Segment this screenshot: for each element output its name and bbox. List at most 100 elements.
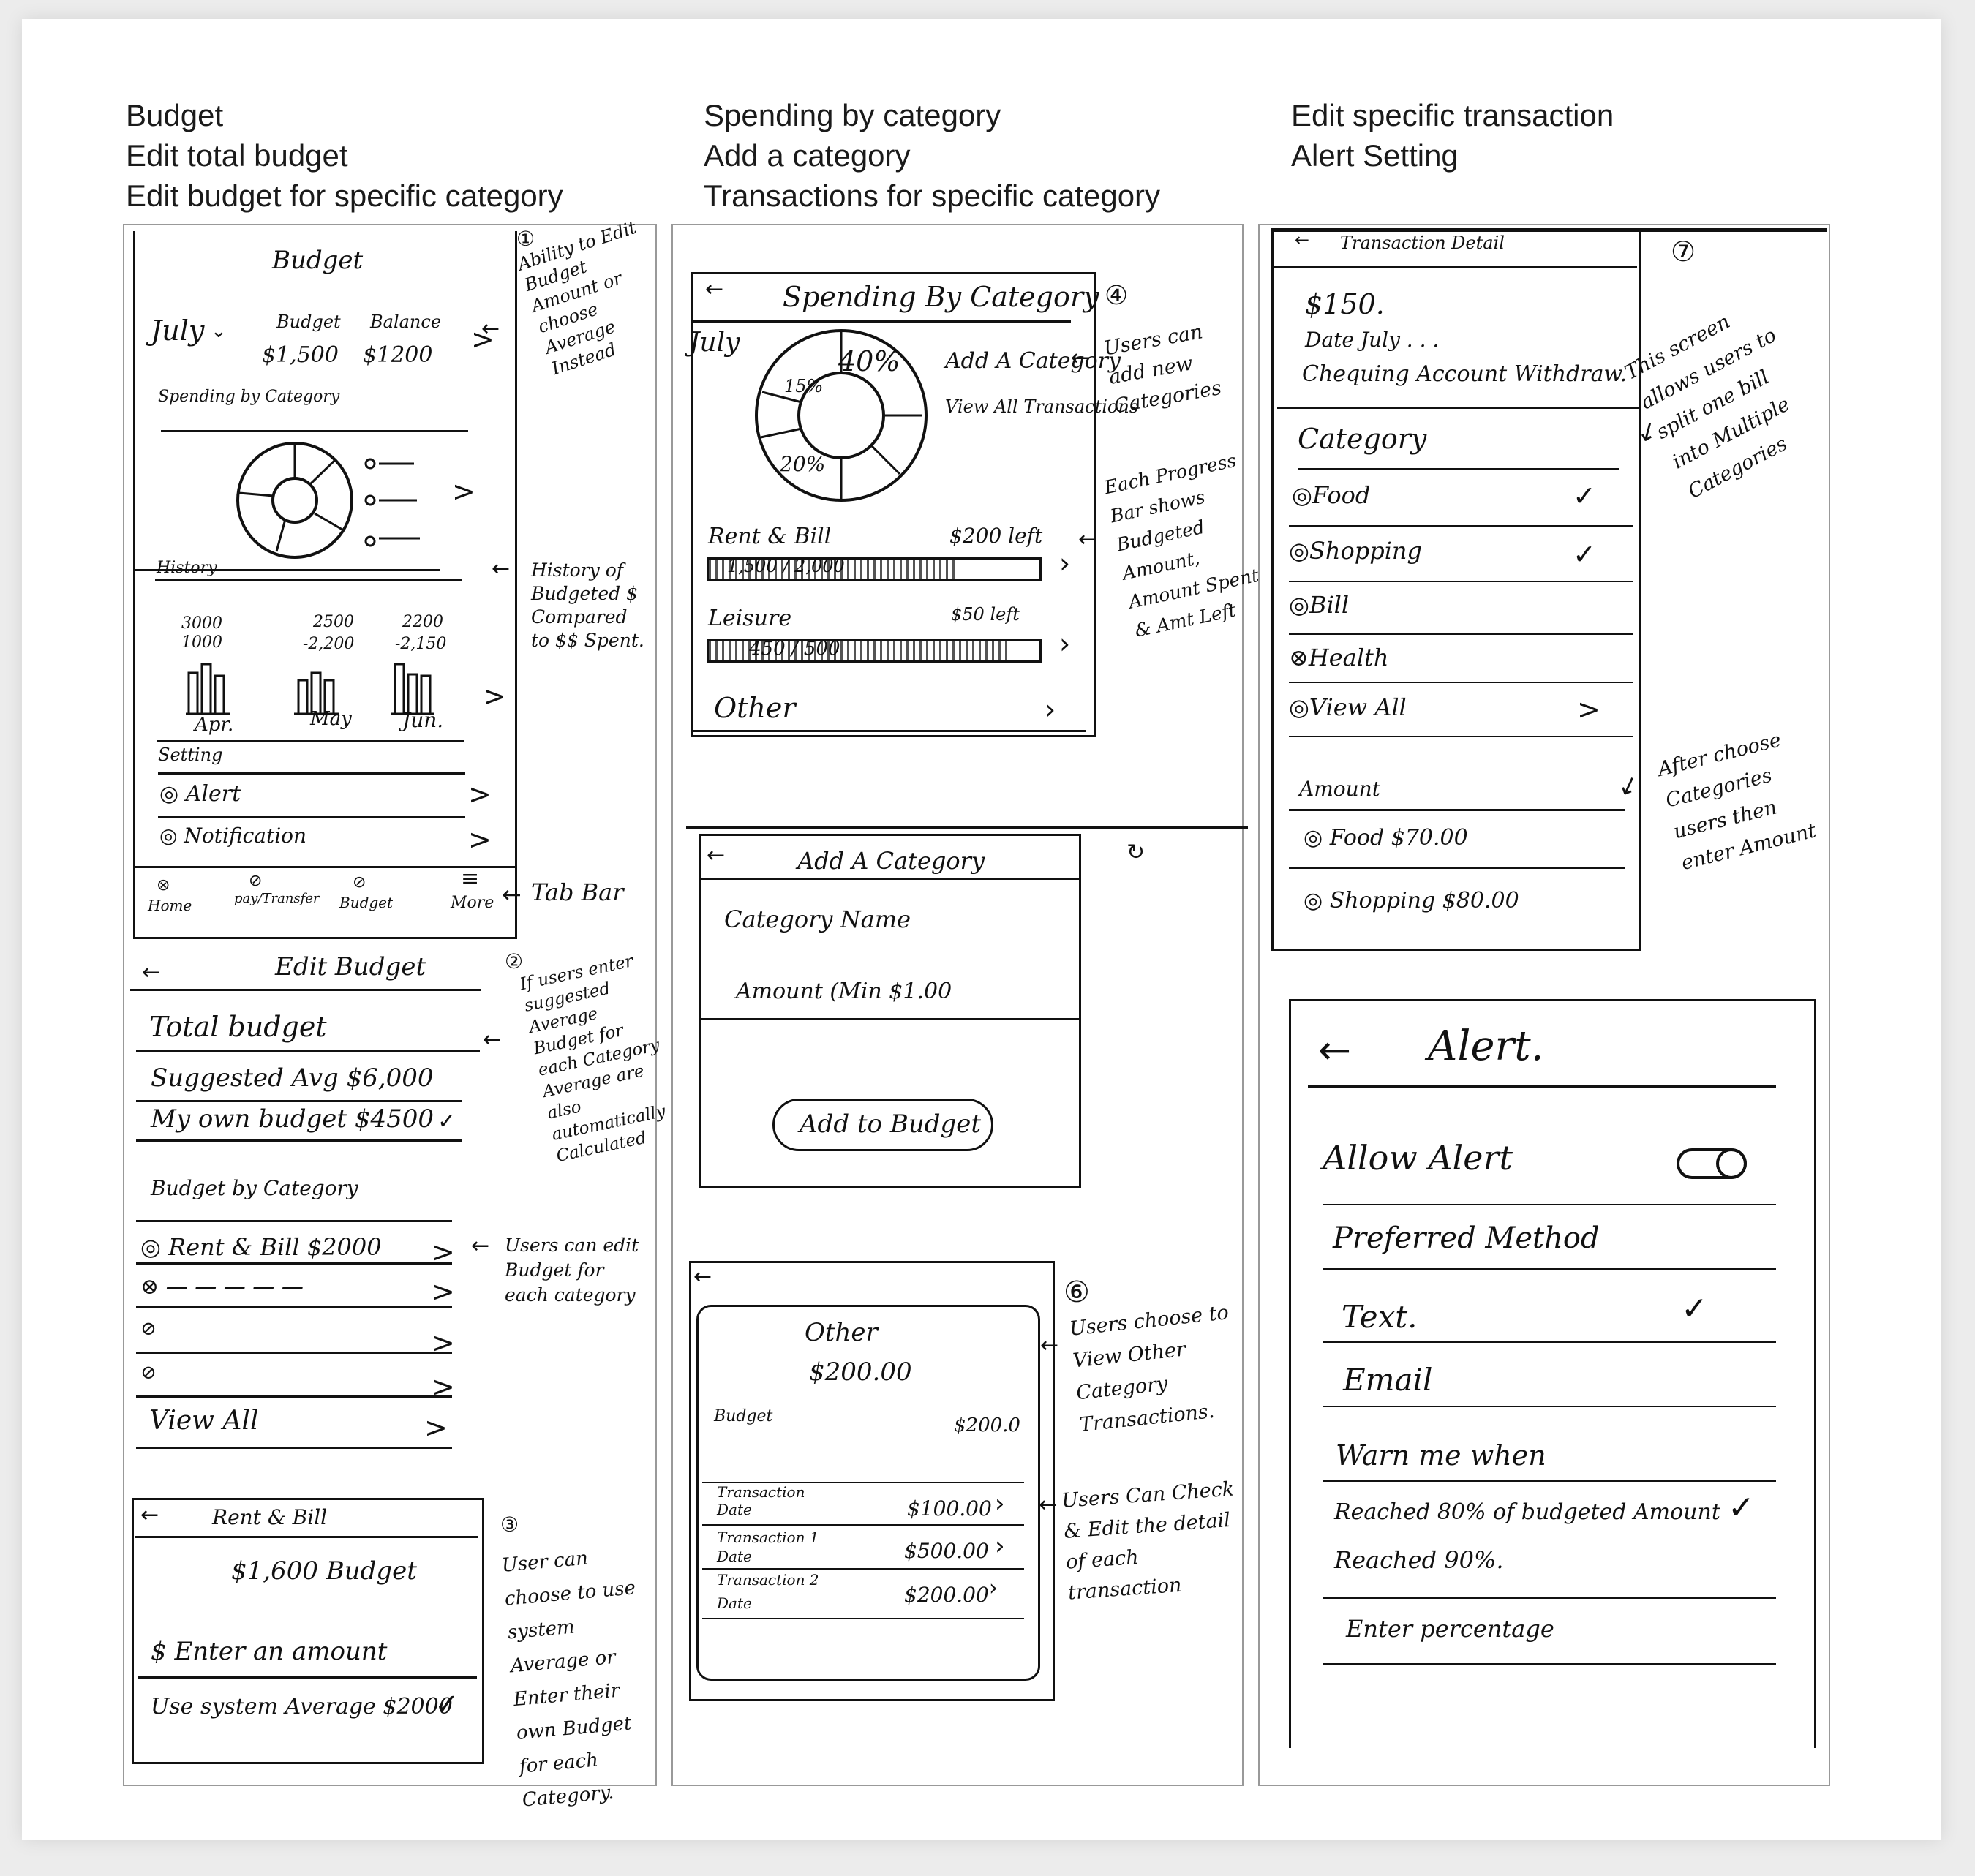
add-to-budget-button[interactable]: Add to Budget: [772, 1099, 993, 1151]
balance-label: Balance: [370, 312, 442, 332]
amount-input-food[interactable]: ◎ Food $70.00: [1304, 825, 1468, 851]
category-option-food[interactable]: ◎Food: [1292, 481, 1370, 509]
chevron-down-icon[interactable]: ⌄: [211, 320, 227, 342]
category-option-bill[interactable]: ◎Bill: [1289, 591, 1349, 619]
annotation-note: After choose Categories users then enter…: [1655, 728, 1818, 875]
email-option[interactable]: Email: [1343, 1362, 1432, 1398]
transfer-icon[interactable]: ⊘: [249, 872, 262, 890]
chevron-right-icon[interactable]: >: [468, 778, 492, 810]
month-selector[interactable]: July: [689, 328, 740, 358]
screen-title: Rent & Bill: [212, 1505, 328, 1529]
chevron-right-icon[interactable]: >: [424, 1412, 448, 1444]
screen-number: ⑥: [1064, 1276, 1090, 1309]
chevron-right-icon[interactable]: ›: [1045, 693, 1056, 726]
total-budget-label: Total budget: [149, 1011, 327, 1043]
chevron-right-icon[interactable]: >: [483, 680, 506, 712]
arrow-left-icon: ←: [1039, 1492, 1058, 1518]
tab-budget[interactable]: Budget: [339, 894, 393, 911]
suggested-avg-option[interactable]: Suggested Avg $6,000: [151, 1063, 434, 1093]
pct-label: 40%: [838, 345, 900, 377]
checkmark-icon: ✓: [437, 1109, 456, 1134]
chevron-right-icon[interactable]: ›: [989, 1575, 998, 1601]
chevron-right-icon[interactable]: ›: [995, 1489, 1005, 1518]
checkmark-icon: ✓: [434, 1688, 459, 1722]
tab-home[interactable]: Home: [148, 897, 192, 914]
progress-amount: 1,500 / 2,000: [727, 556, 845, 576]
tab-more[interactable]: More: [451, 894, 494, 912]
category-name-input[interactable]: Category Name: [724, 905, 911, 933]
transaction-name: Transaction: [717, 1483, 805, 1501]
chevron-right-icon[interactable]: >: [1577, 693, 1600, 726]
annotation-note: Users can add new Categories: [1102, 320, 1224, 418]
budget-icon[interactable]: ⊘: [353, 873, 366, 892]
category-option-health[interactable]: ⊗Health: [1289, 644, 1388, 671]
col3-header-line: Edit specific transaction: [1291, 98, 1614, 132]
text-option[interactable]: Text.: [1342, 1299, 1418, 1335]
history-top: 3000: [181, 614, 222, 633]
back-arrow-icon[interactable]: ←: [1295, 230, 1309, 250]
chevron-right-icon[interactable]: >: [432, 1276, 455, 1308]
budget-label: Budget: [276, 312, 341, 332]
month-selector[interactable]: July: [151, 314, 204, 347]
amount-left: $50 left: [951, 604, 1020, 625]
view-all-row[interactable]: View All: [149, 1406, 258, 1436]
setting-alert[interactable]: ◎ Alert: [159, 781, 241, 807]
tab-pay-transfer[interactable]: pay/Transfer: [234, 891, 320, 906]
use-system-average-option[interactable]: Use system Average $2000: [151, 1694, 453, 1719]
back-arrow-icon[interactable]: ←: [693, 1264, 712, 1289]
annotation-note: Ability to Edit Budget Amount or choose …: [515, 216, 639, 380]
add-category-link[interactable]: Add A Category: [945, 348, 1121, 374]
back-arrow-icon[interactable]: ←: [705, 276, 723, 302]
annotation-note: User can choose to use system Average or…: [500, 1547, 637, 1812]
amount-input[interactable]: Amount (Min $1.00: [736, 979, 952, 1004]
col1-header-line: Budget: [126, 98, 224, 132]
transaction-amount: $100.00: [907, 1496, 992, 1521]
arrow-left-icon: ←: [492, 556, 511, 581]
other-row[interactable]: Other: [714, 692, 796, 724]
own-budget-option[interactable]: My own budget $4500: [151, 1104, 434, 1134]
account-label: Chequing Account Withdraw.: [1302, 361, 1628, 387]
chevron-right-icon[interactable]: >: [432, 1327, 455, 1359]
enter-percentage-input[interactable]: Enter percentage: [1346, 1615, 1554, 1643]
chevron-right-icon[interactable]: ›: [1059, 547, 1070, 579]
enter-amount-input[interactable]: $ Enter an amount: [151, 1637, 387, 1666]
category-row[interactable]: ⊘: [140, 1318, 157, 1340]
screen-number: ⑦: [1671, 236, 1696, 268]
category-row[interactable]: ⊘: [140, 1362, 157, 1384]
annotation-note: This screen allows users to split one bi…: [1621, 310, 1794, 504]
pie-chart-icon[interactable]: [233, 442, 357, 559]
annotation-note: Tab Bar: [531, 878, 624, 906]
annotation-note: Users Can Check & Edit the detail of eac…: [1061, 1477, 1235, 1605]
transaction-name: Transaction 1: [717, 1529, 819, 1546]
chevron-right-icon[interactable]: >: [452, 475, 475, 508]
category-row[interactable]: ◎ Rent & Bill $2000: [140, 1233, 382, 1261]
allow-alert-toggle[interactable]: [1677, 1148, 1747, 1179]
category-row[interactable]: ⊗ — — — — —: [140, 1274, 304, 1300]
category-view-all[interactable]: ◎View All: [1289, 693, 1407, 721]
view-all-transactions-link[interactable]: View All Transactions: [945, 396, 1138, 417]
category-option-shopping[interactable]: ◎Shopping: [1289, 537, 1422, 565]
back-arrow-icon[interactable]: ←: [1318, 1027, 1351, 1073]
toggle-knob: [1716, 1148, 1747, 1179]
home-icon[interactable]: ⊗: [157, 876, 170, 894]
chevron-right-icon[interactable]: ›: [995, 1532, 1005, 1561]
back-arrow-icon[interactable]: ←: [707, 843, 725, 868]
transaction-amount: $150.: [1305, 288, 1385, 320]
chevron-right-icon[interactable]: >: [432, 1371, 455, 1403]
reached-80-option[interactable]: Reached 80% of budgeted Amount: [1334, 1499, 1720, 1525]
back-arrow-icon[interactable]: ←: [140, 1502, 159, 1528]
amount-input-shopping[interactable]: ◎ Shopping $80.00: [1304, 888, 1519, 913]
category-name: Rent & Bill: [708, 524, 832, 549]
back-arrow-icon[interactable]: ←: [142, 960, 160, 985]
setting-notification[interactable]: ◎ Notification: [159, 824, 306, 848]
checkmark-icon: ✓: [1681, 1290, 1708, 1327]
col2-header-line: Transactions for specific category: [704, 178, 1161, 213]
reached-90-option[interactable]: Reached 90%.: [1334, 1546, 1504, 1574]
category-label: Category: [1298, 423, 1427, 455]
transaction-date: Date: [717, 1501, 752, 1518]
menu-icon[interactable]: ≡: [461, 866, 479, 892]
annotation-note: History of Budgeted $ Compared to $$ Spe…: [531, 560, 644, 651]
chevron-right-icon[interactable]: >: [468, 824, 492, 856]
chevron-right-icon[interactable]: ›: [1059, 628, 1070, 660]
screen-title: Budget: [272, 246, 364, 275]
